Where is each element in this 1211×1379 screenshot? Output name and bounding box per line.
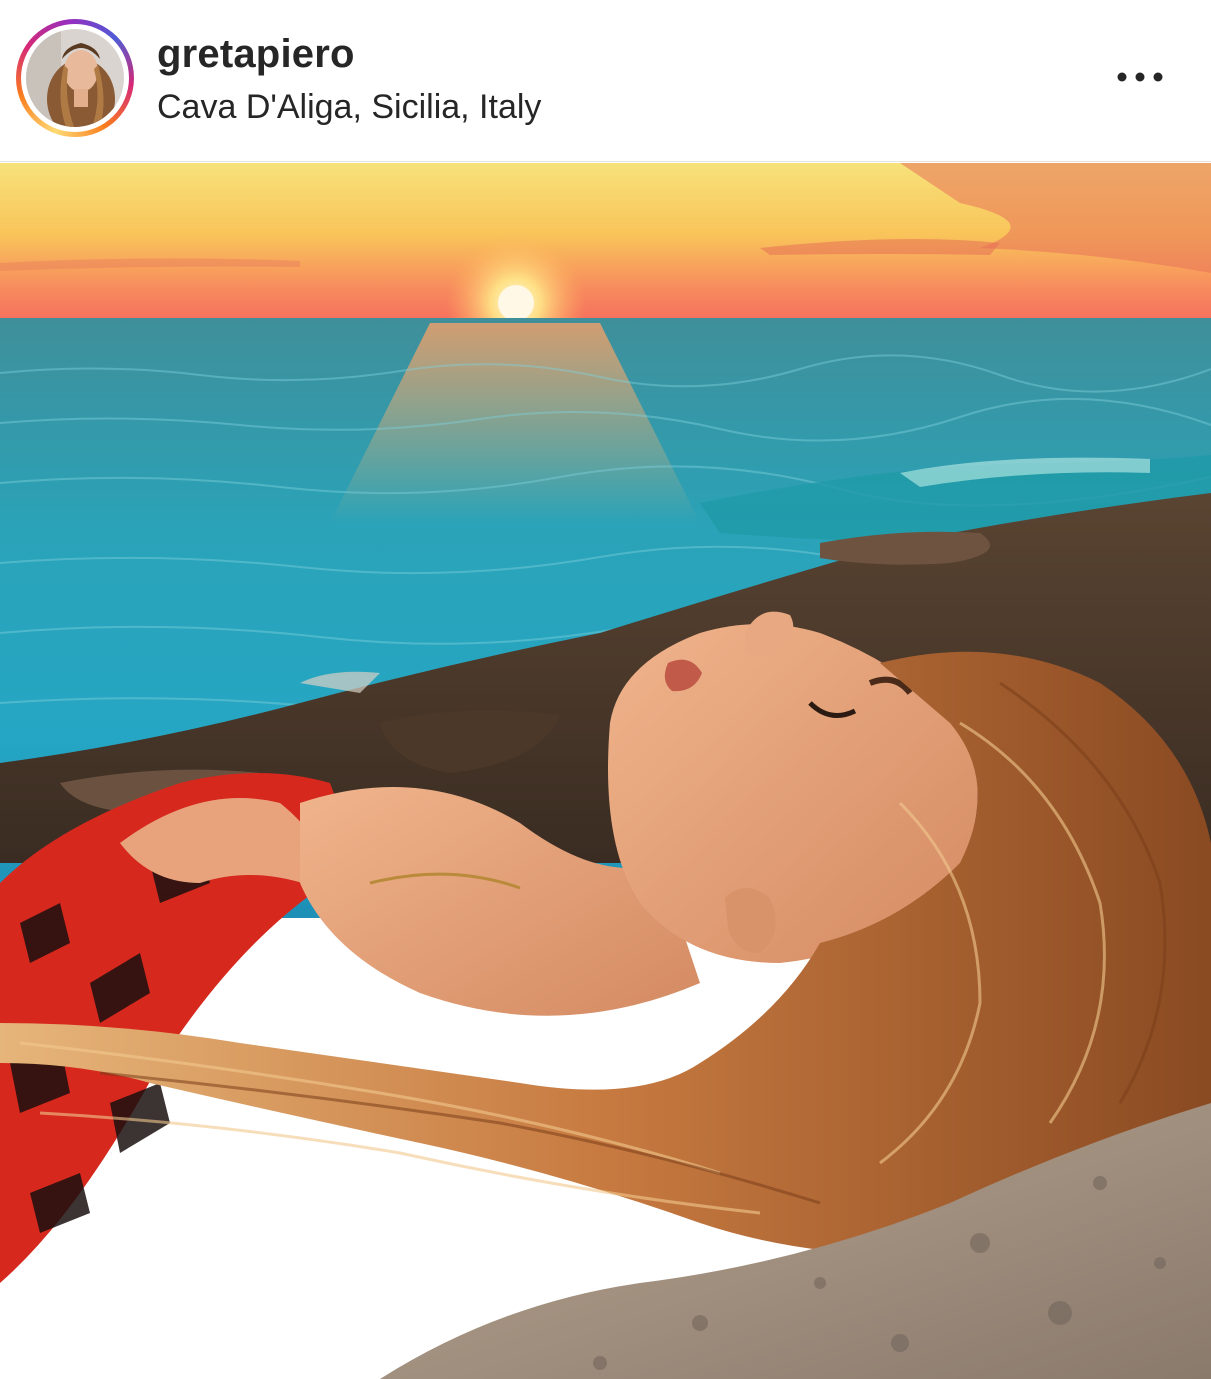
avatar-image [26,29,124,127]
post-header: gretapiero Cava D'Aliga, Sicilia, Italy [0,0,1211,162]
avatar[interactable] [26,29,124,127]
post-photo[interactable] [0,163,1211,1379]
sunset-portrait-photo [0,163,1211,1379]
location-link[interactable]: Cava D'Aliga, Sicilia, Italy [157,88,541,127]
more-horizontal-icon [1117,72,1163,82]
username[interactable]: gretapiero [157,32,355,77]
more-options-button[interactable] [1110,62,1170,92]
story-ring[interactable] [16,19,134,137]
